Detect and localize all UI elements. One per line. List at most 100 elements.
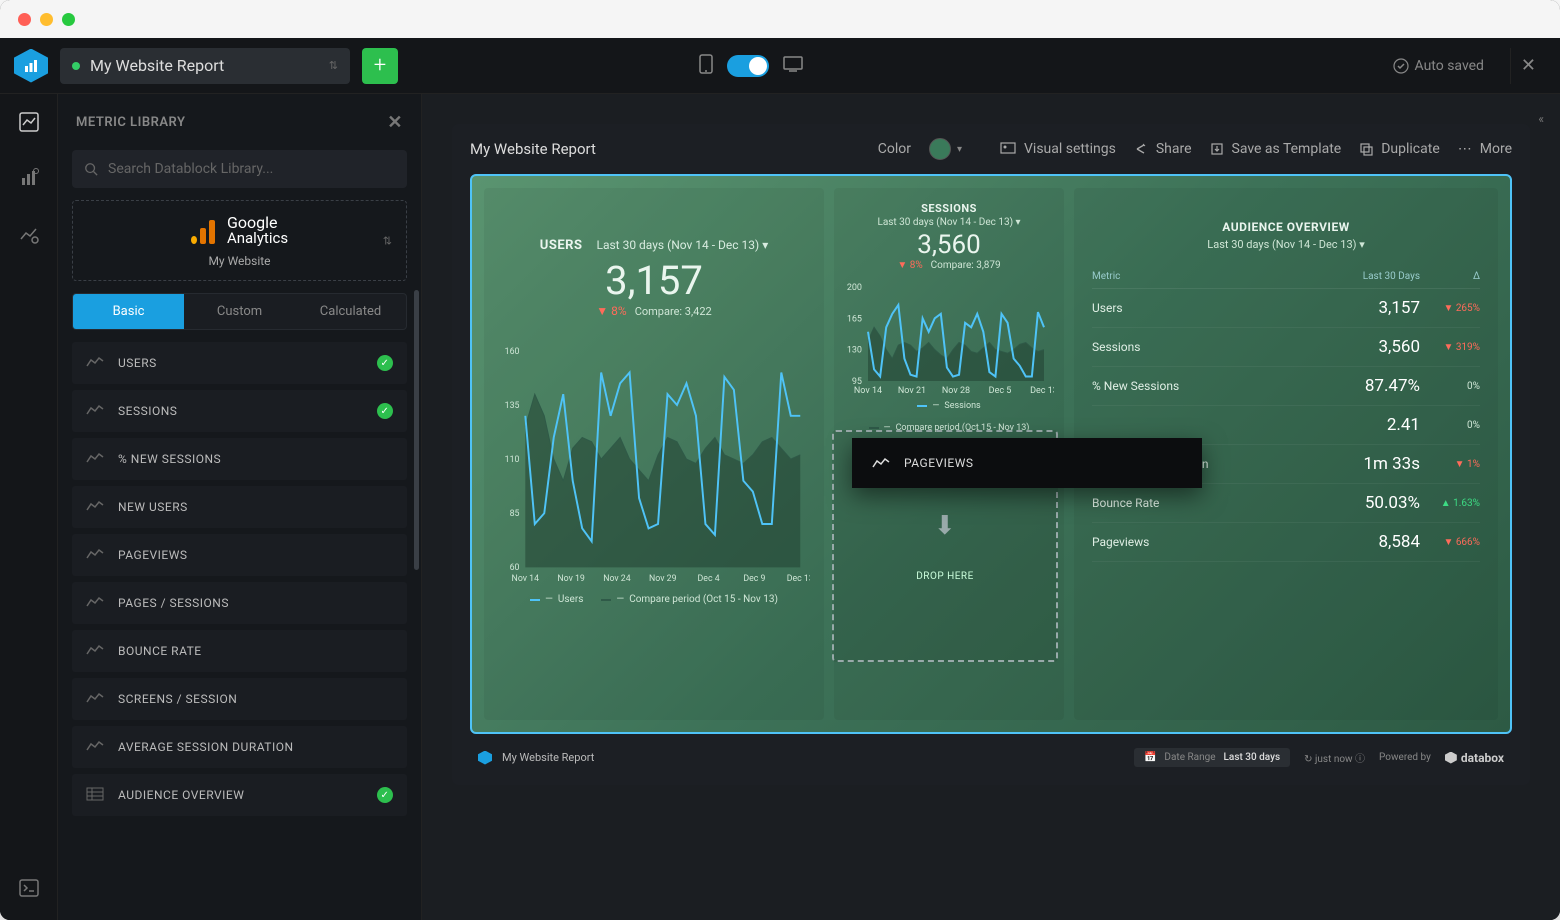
nav-terminal-icon[interactable] [15,874,43,902]
line-chart-icon [86,643,104,660]
metric-row[interactable]: PAGEVIEWS [72,534,407,576]
users-delta: ▼ 8% [596,304,626,318]
panel-close-icon[interactable]: ✕ [387,112,403,133]
app-logo[interactable] [14,49,48,83]
metric-row[interactable]: % NEW SESSIONS [72,438,407,480]
line-chart-icon [86,547,104,564]
metric-row[interactable]: SCREENS / SESSION [72,678,407,720]
dashboard[interactable]: USERS Last 30 days (Nov 14 - Dec 13) ▾ 3… [470,174,1512,734]
metric-label: AVERAGE SESSION DURATION [118,740,294,754]
users-compare: Compare: 3,422 [635,305,712,318]
scrollbar-thumb[interactable] [414,290,419,570]
svg-text:Dec 9: Dec 9 [743,574,765,584]
auto-saved-label: Auto saved [1415,58,1484,74]
svg-text:135: 135 [505,401,520,411]
panel-header: METRIC LIBRARY ✕ [58,94,421,150]
add-button[interactable]: + [362,48,398,84]
svg-text:160: 160 [505,347,520,357]
line-chart-icon [86,451,104,468]
svg-text:200: 200 [847,283,862,293]
svg-text:60: 60 [510,563,520,573]
mac-close-dot[interactable] [18,13,31,26]
canvas: « My Website Report Color ▾ Visual setti… [422,94,1560,920]
line-chart-icon [86,691,104,708]
line-chart-icon [86,355,104,372]
chevron-updown-icon: ⇅ [383,234,392,247]
metric-label: NEW USERS [118,500,188,514]
powered-by-label: Powered by [1379,752,1431,763]
sessions-range: Last 30 days (Nov 14 - Dec 13) ▾ [844,217,1054,228]
metric-row[interactable]: PAGES / SESSIONS [72,582,407,624]
mobile-icon[interactable] [699,54,713,78]
metric-row[interactable]: AVERAGE SESSION DURATION [72,726,407,768]
metric-row[interactable]: BOUNCE RATE [72,630,407,672]
users-card[interactable]: USERS Last 30 days (Nov 14 - Dec 13) ▾ 3… [484,188,824,720]
metric-row[interactable]: SESSIONS ✓ [72,390,407,432]
date-range-pill[interactable]: 📅 Date Range Last 30 days [1134,748,1290,767]
svg-text:Nov 24: Nov 24 [603,574,631,584]
metric-label: PAGEVIEWS [118,548,188,562]
status-dot [72,62,80,70]
body: METRIC LIBRARY ✕ Search Datablock Librar… [0,94,1560,920]
svg-text:Nov 21: Nov 21 [898,386,926,396]
nav-metrics-icon[interactable] [15,164,43,192]
save-template-button[interactable]: Save as Template [1210,141,1342,157]
color-picker[interactable]: ▾ [929,138,962,160]
source-property: My Website [208,254,270,268]
databox-logo: databox [1445,751,1504,765]
tab-basic[interactable]: Basic [73,294,184,329]
svg-text:110: 110 [505,455,520,465]
google-analytics-logo: Google Analytics [191,215,288,246]
tab-custom[interactable]: Custom [184,294,295,329]
svg-text:165: 165 [847,314,862,324]
metric-label: PAGES / SESSIONS [118,596,229,610]
search-input[interactable]: Search Datablock Library... [72,150,407,188]
duplicate-button[interactable]: Duplicate [1359,141,1440,157]
metric-label: % NEW SESSIONS [118,452,221,466]
nav-users-icon[interactable] [15,220,43,248]
metric-row[interactable]: NEW USERS [72,486,407,528]
svg-text:85: 85 [510,509,520,519]
desktop-icon[interactable] [783,56,803,76]
metric-label: AUDIENCE OVERVIEW [118,788,244,802]
collapse-panel-icon[interactable]: « [1538,112,1544,126]
report-selector[interactable]: My Website Report ⇅ [60,48,350,84]
metric-label: SCREENS / SESSION [118,692,237,706]
data-source-selector[interactable]: Google Analytics My Website ⇅ [72,200,407,281]
auto-saved-status: Auto saved [1393,58,1484,74]
metric-row[interactable]: USERS ✓ [72,342,407,384]
metric-row[interactable]: AUDIENCE OVERVIEW ✓ [72,774,407,816]
tab-calculated[interactable]: Calculated [295,294,406,329]
device-toggle[interactable] [727,55,769,77]
audience-head-delta: Δ [1420,271,1480,282]
arrow-down-icon: ⬇ [934,511,956,541]
board-title: My Website Report [470,140,596,158]
nav-rail [0,94,58,920]
svg-text:Dec 4: Dec 4 [698,574,720,584]
users-value: 3,157 [498,257,810,304]
users-chart: 6085110135160Nov 14Nov 19Nov 24Nov 29Dec… [498,338,810,588]
close-button[interactable]: ✕ [1510,48,1546,84]
table-row: % New Sessions87.47% 0% [1092,367,1480,406]
chevron-updown-icon: ⇅ [329,59,338,72]
audience-title: AUDIENCE OVERVIEW [1092,220,1480,234]
sessions-title: SESSIONS [844,202,1054,215]
visual-settings-button[interactable]: Visual settings [1000,141,1116,157]
board-footer: My Website Report 📅 Date Range Last 30 d… [452,734,1530,771]
report-name: My Website Report [90,56,224,75]
mac-max-dot[interactable] [62,13,75,26]
drag-chip-pageviews[interactable]: PAGEVIEWS [852,438,1202,488]
users-range: Last 30 days (Nov 14 - Dec 13) ▾ [596,238,768,252]
topbar: My Website Report ⇅ + Auto saved ✕ [0,38,1560,94]
table-row: Pageviews8,584▼ 666% [1092,523,1480,562]
nav-databoard-icon[interactable] [15,108,43,136]
share-button[interactable]: Share [1134,141,1192,157]
line-chart-icon [86,595,104,612]
more-button[interactable]: ⋯ More [1458,141,1512,157]
svg-text:Nov 29: Nov 29 [649,574,677,584]
audience-head-value: Last 30 Days [1330,271,1420,282]
mac-min-dot[interactable] [40,13,53,26]
metric-label: SESSIONS [118,404,177,418]
table-row: Sessions3,560▼ 319% [1092,328,1480,367]
top-right: Auto saved ✕ [1393,48,1546,84]
